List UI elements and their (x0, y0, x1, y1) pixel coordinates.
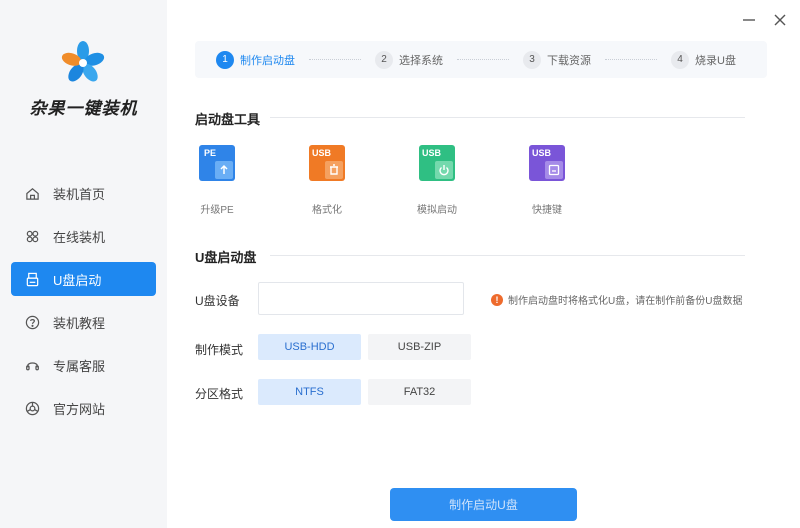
tool-label: 升级PE (200, 205, 234, 216)
section-divider (270, 255, 745, 256)
sidebar-item-label: 专属客服 (53, 358, 106, 374)
format-warning: ! 制作启动盘时将格式化U盘，请在制作前备份U盘数据 (491, 292, 742, 307)
sidebar-item-usb-boot[interactable]: U盘启动 (11, 262, 156, 296)
step-label: 烧录U盘 (695, 54, 736, 67)
browser-icon (23, 399, 41, 417)
tool-simulate-boot[interactable]: USB 模拟启动 (407, 143, 467, 216)
step-number: 1 (216, 50, 234, 69)
usb-device-field[interactable] (258, 282, 464, 315)
shortcut-key-icon: USB (529, 145, 565, 181)
step-select-system: 2 选择系统 (375, 50, 443, 69)
step-label: 选择系统 (399, 54, 443, 67)
format-icon: USB (309, 145, 345, 181)
tool-badge: PE (204, 148, 216, 158)
device-label: U盘设备 (195, 294, 240, 308)
tool-label: 快捷键 (532, 205, 562, 216)
headset-icon (23, 356, 41, 374)
partition-option-ntfs[interactable]: NTFS (258, 379, 361, 405)
sidebar: 杂果一键装机 装机首页 在线装机 U盘启动 装机教程 专属客服 官方网站 (0, 0, 167, 528)
mode-option-usb-zip[interactable]: USB-ZIP (368, 334, 471, 360)
sidebar-item-label: U盘启动 (53, 272, 102, 288)
tool-label: 模拟启动 (417, 205, 457, 216)
make-boot-usb-button[interactable]: 制作启动U盘 (390, 488, 577, 521)
sidebar-item-tutorial[interactable]: 装机教程 (11, 305, 156, 339)
tool-label: 格式化 (312, 205, 342, 216)
partition-label: 分区格式 (195, 387, 244, 401)
tool-badge: USB (532, 148, 552, 158)
progress-stepper: 1 制作启动盘 2 选择系统 3 下载资源 4 烧录U盘 (195, 41, 767, 78)
step-number: 2 (375, 50, 393, 69)
close-button[interactable] (768, 8, 792, 32)
tool-format[interactable]: USB 格式化 (297, 143, 357, 216)
tools-section-title: 启动盘工具 (195, 112, 261, 127)
sidebar-nav: 装机首页 在线装机 U盘启动 装机教程 专属客服 官方网站 (11, 176, 156, 434)
usb-drive-icon (23, 270, 41, 288)
tool-shortcut-key[interactable]: USB 快捷键 (517, 143, 577, 216)
sidebar-item-support[interactable]: 专属客服 (11, 348, 156, 382)
warning-icon: ! (491, 293, 503, 306)
step-download: 3 下载资源 (523, 50, 591, 69)
sidebar-item-home[interactable]: 装机首页 (11, 176, 156, 210)
app-logo (61, 41, 105, 82)
step-separator (457, 59, 509, 60)
sidebar-item-label: 在线装机 (53, 229, 106, 245)
tool-badge: USB (422, 148, 442, 158)
minimize-button[interactable] (737, 8, 761, 32)
mode-option-usb-hdd[interactable]: USB-HDD (258, 334, 361, 360)
step-label: 制作启动盘 (240, 54, 295, 67)
tool-upgrade-pe[interactable]: PE 升级PE (187, 143, 247, 216)
upgrade-pe-icon: PE (199, 145, 235, 181)
step-make-boot-disk: 1 制作启动盘 (216, 50, 295, 69)
sidebar-item-online-install[interactable]: 在线装机 (11, 219, 156, 253)
step-label: 下载资源 (547, 54, 591, 67)
step-separator (605, 59, 657, 60)
minimize-icon (743, 19, 755, 21)
brand-name: 杂果一键装机 (29, 99, 138, 118)
section-divider (270, 117, 745, 118)
sidebar-item-website[interactable]: 官方网站 (11, 391, 156, 425)
warning-text: 制作启动盘时将格式化U盘，请在制作前备份U盘数据 (508, 296, 743, 307)
sidebar-item-label: 装机教程 (53, 315, 106, 331)
step-burn-usb: 4 烧录U盘 (671, 50, 736, 69)
partition-option-fat32[interactable]: FAT32 (368, 379, 471, 405)
sidebar-item-label: 官方网站 (53, 401, 106, 417)
usb-section-title: U盘启动盘 (195, 250, 257, 265)
tool-badge: USB (312, 148, 332, 158)
step-number: 4 (671, 50, 689, 69)
home-icon (23, 184, 41, 202)
online-install-icon (23, 227, 41, 245)
simulate-boot-icon: USB (419, 145, 455, 181)
close-icon (774, 14, 786, 26)
mode-label: 制作模式 (195, 343, 244, 357)
step-number: 3 (523, 50, 541, 69)
step-separator (309, 59, 361, 60)
sidebar-item-label: 装机首页 (53, 186, 106, 202)
help-icon (23, 313, 41, 331)
